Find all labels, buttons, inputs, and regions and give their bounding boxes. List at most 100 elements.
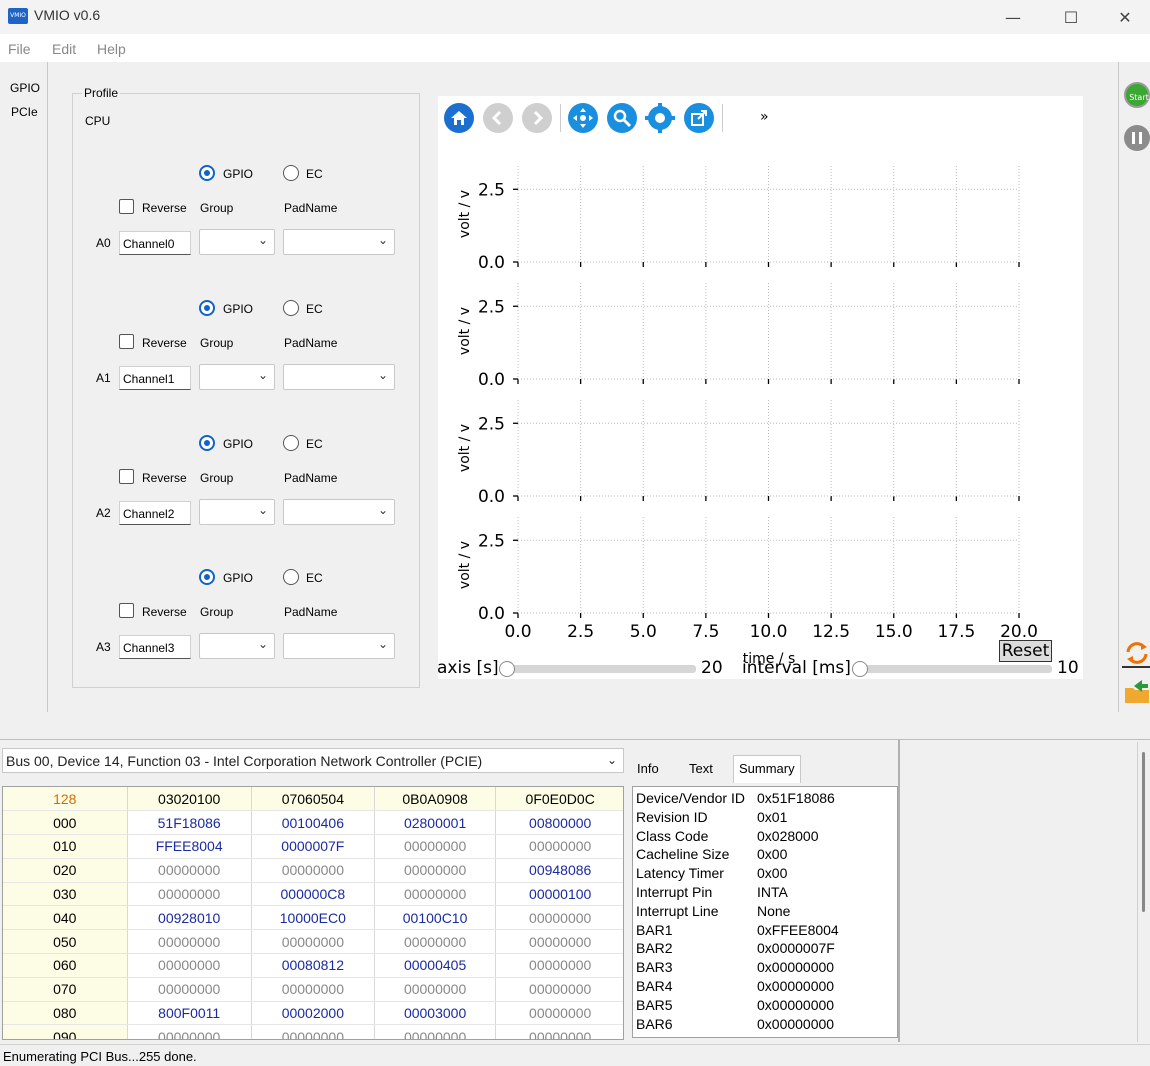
table-cell[interactable]: 00000000 [495,905,623,931]
menu-help[interactable]: Help [97,41,126,57]
table-cell[interactable]: 00000000 [495,834,623,859]
table-cell[interactable]: 00000000 [374,929,497,955]
table-cell[interactable]: 00928010 [127,905,252,931]
channel-name-input[interactable]: Channel0 [119,231,191,255]
ec-radio[interactable] [283,165,299,181]
table-cell[interactable]: 00000000 [374,858,497,883]
table-cell[interactable]: 00000000 [251,858,375,883]
table-cell[interactable]: 00080812 [251,953,375,978]
tab-info[interactable]: Info [632,756,664,782]
tab-gpio[interactable]: GPIO [10,81,40,95]
table-cell[interactable]: 51F18086 [127,810,252,836]
pane-divider[interactable] [898,740,900,1042]
table-cell[interactable]: 00100406 [251,810,375,836]
table-cell[interactable]: 02800001 [374,810,497,836]
gpio-radio[interactable] [199,435,215,451]
right-scrollbar[interactable] [1137,742,1150,1042]
axis-slider-track[interactable] [503,665,696,673]
table-cell[interactable]: 00000000 [495,1001,623,1026]
minimize-button[interactable]: — [984,0,1042,34]
table-row[interactable]: 060 00000000 00080812 00000405 00000000 [3,953,623,978]
gpio-radio[interactable] [199,569,215,585]
table-cell[interactable]: 00000000 [495,929,623,955]
open-folder-button[interactable] [1124,676,1150,703]
table-row[interactable]: 030 00000000 000000C8 00000000 00000100 [3,882,623,907]
axis-slider-handle[interactable] [499,661,515,677]
table-row[interactable]: 090 00000000 00000000 00000000 00000000 [3,1024,623,1039]
ec-radio[interactable] [283,435,299,451]
padname-select[interactable]: ⌄ [283,633,395,659]
config-space-table[interactable]: 128 03020100 07060504 0B0A0908 0F0E0D0C 000 51… [2,786,624,1040]
table-cell[interactable]: 00100C10 [374,905,497,931]
table-cell[interactable]: 00000000 [127,858,252,883]
padname-select[interactable]: ⌄ [283,364,395,390]
table-cell[interactable]: 00000000 [374,977,497,1002]
table-cell[interactable]: 00000100 [495,882,623,907]
table-cell[interactable]: 800F0011 [127,1001,252,1026]
table-cell[interactable]: 00003000 [374,1001,497,1026]
channel-name-input[interactable]: Channel3 [119,635,191,659]
table-cell[interactable]: 00000000 [127,1024,252,1039]
menu-edit[interactable]: Edit [52,41,76,57]
refresh-button[interactable] [1124,640,1150,666]
padname-select[interactable]: ⌄ [283,229,395,255]
table-cell[interactable]: 10000EC0 [251,905,375,931]
table-cell[interactable]: 00000000 [495,953,623,978]
ec-radio[interactable] [283,569,299,585]
reverse-checkbox[interactable] [119,199,134,214]
table-row[interactable]: 050 00000000 00000000 00000000 00000000 [3,929,623,955]
table-row[interactable]: 070 00000000 00000000 00000000 00000000 [3,977,623,1002]
table-cell[interactable]: 00000000 [374,834,497,859]
interval-slider-handle[interactable] [852,661,868,677]
ec-radio[interactable] [283,300,299,316]
table-row[interactable]: 080 800F0011 00002000 00003000 00000000 [3,1001,623,1026]
table-cell[interactable]: 00000000 [127,882,252,907]
table-row[interactable]: 010 FFEE8004 0000007F 00000000 00000000 [3,834,623,859]
table-row[interactable]: 000 51F18086 00100406 02800001 00800000 [3,810,623,836]
table-cell[interactable]: 00000000 [495,1024,623,1039]
reverse-checkbox[interactable] [119,469,134,484]
group-select[interactable]: ⌄ [199,633,275,659]
table-cell[interactable]: 00000000 [127,953,252,978]
table-cell[interactable]: 00000405 [374,953,497,978]
table-cell[interactable]: 00000000 [127,929,252,955]
table-cell[interactable]: 00000000 [251,1024,375,1039]
table-cell[interactable]: 00000000 [127,977,252,1002]
table-row[interactable]: 040 00928010 10000EC0 00100C10 00000000 [3,905,623,931]
tab-summary[interactable]: Summary [733,755,801,783]
scrollbar-thumb[interactable] [1142,752,1145,912]
reset-button[interactable]: Reset [999,640,1052,662]
interval-slider-track[interactable] [856,665,1052,673]
padname-select[interactable]: ⌄ [283,499,395,525]
table-cell[interactable]: 00800000 [495,810,623,836]
reverse-checkbox[interactable] [119,603,134,618]
table-cell[interactable]: 000000C8 [251,882,375,907]
table-cell[interactable]: 00000000 [495,977,623,1002]
gpio-radio[interactable] [199,165,215,181]
tab-pcie[interactable]: PCIe [11,105,38,119]
gpio-radio[interactable] [199,300,215,316]
padname-label: PadName [284,471,338,485]
tab-text[interactable]: Text [684,756,718,782]
menu-file[interactable]: File [8,41,31,57]
table-cell[interactable]: FFEE8004 [127,834,252,859]
group-select[interactable]: ⌄ [199,229,275,255]
table-cell[interactable]: 00000000 [374,882,497,907]
table-cell[interactable]: 00000000 [251,929,375,955]
table-cell[interactable]: 0000007F [251,834,375,859]
maximize-button[interactable]: ☐ [1042,0,1100,34]
group-select[interactable]: ⌄ [199,364,275,390]
group-select[interactable]: ⌄ [199,499,275,525]
channel-name-input[interactable]: Channel2 [119,501,191,525]
table-cell[interactable]: 00000000 [374,1024,497,1039]
channel-name-input[interactable]: Channel1 [119,366,191,390]
reverse-checkbox[interactable] [119,334,134,349]
pause-button[interactable] [1124,125,1150,151]
table-cell[interactable]: 00000000 [251,977,375,1002]
table-row[interactable]: 020 00000000 00000000 00000000 00948086 [3,858,623,883]
start-button[interactable]: Start [1124,82,1150,108]
table-cell[interactable]: 00002000 [251,1001,375,1026]
device-select[interactable]: Bus 00, Device 14, Function 03 - Intel C… [2,748,624,773]
table-cell[interactable]: 00948086 [495,858,623,883]
close-button[interactable]: ✕ [1100,0,1150,34]
